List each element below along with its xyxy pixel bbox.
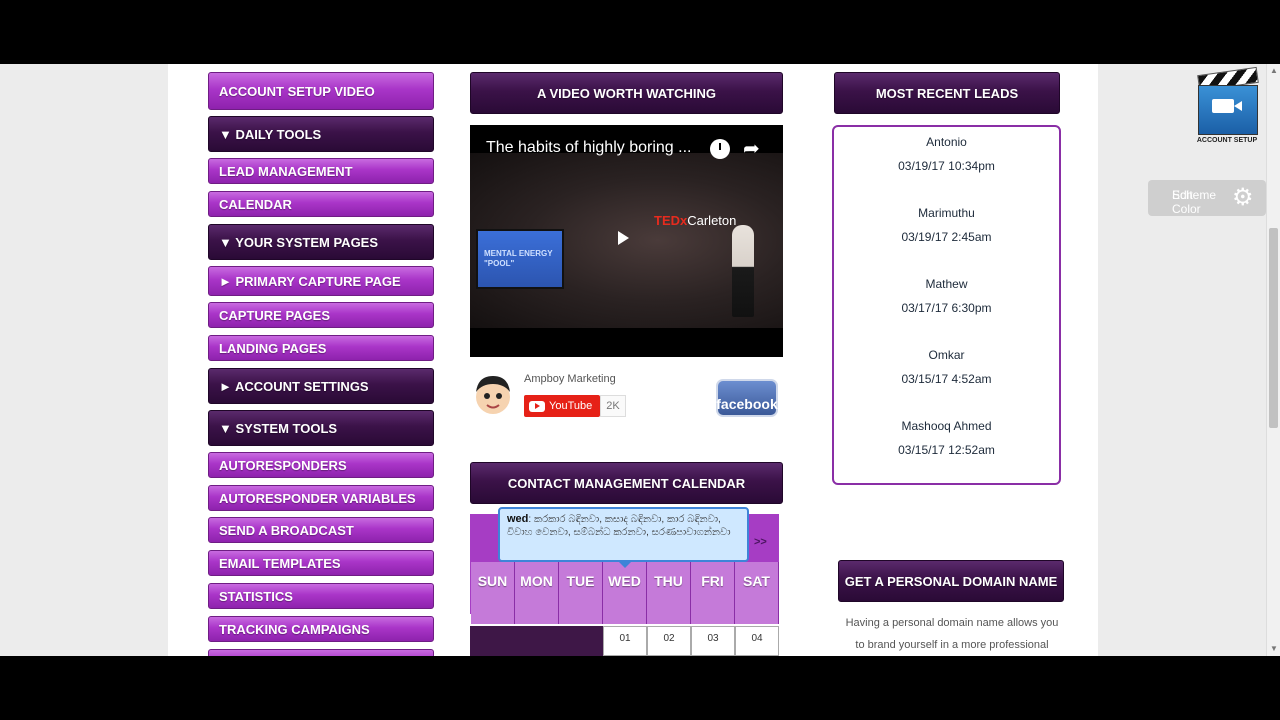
nav-send-a-broadcast[interactable]: SEND A BROADCAST	[208, 517, 434, 543]
lead-name[interactable]: Antonio	[834, 135, 1059, 149]
nav-calendar[interactable]: CALENDAR	[208, 191, 434, 217]
edit-color-scheme-button[interactable]: Edit Color Scheme ⚙	[1148, 180, 1266, 216]
nav-autoresponders[interactable]: AUTORESPONDERS	[208, 452, 434, 478]
nav-label: STATISTICS	[219, 588, 293, 604]
nav-label: ▼ YOUR SYSTEM PAGES	[219, 234, 379, 250]
tooltip-word: wed	[507, 513, 529, 525]
channel-avatar[interactable]	[470, 372, 516, 418]
nav-label: CALENDAR	[219, 196, 292, 212]
nav-label: LANDING PAGES	[219, 340, 327, 356]
video-section-header: A VIDEO WORTH WATCHING	[470, 72, 783, 114]
share-icon[interactable]: ➦	[743, 136, 760, 161]
nav-account-settings-toggle[interactable]: ► ACCOUNT SETTINGS	[208, 368, 434, 404]
lead-time: 03/15/17 4:52am	[901, 372, 992, 386]
calendar-day-header: MON	[515, 562, 559, 624]
nav-next-item[interactable]	[208, 649, 434, 656]
nav-label: EMAIL TEMPLATES	[219, 555, 341, 571]
account-setup-label: ACCOUNT SETUP	[1196, 137, 1258, 144]
leads-header: MOST RECENT LEADS	[834, 72, 1060, 114]
nav-label: AUTORESPONDER VARIABLES	[219, 490, 416, 506]
calendar-title: CONTACT MANAGEMENT CALENDAR	[507, 475, 746, 491]
nav-label: CAPTURE PAGES	[219, 307, 330, 323]
domain-description-line: Having a personal domain name allows you	[845, 617, 1059, 629]
youtube-subscribe-button[interactable]: YouTube	[524, 395, 600, 417]
lead-time: 03/19/17 2:45am	[901, 230, 992, 244]
gear-icon: ⚙	[1232, 184, 1254, 211]
calendar-date-cell[interactable]: 02	[647, 626, 691, 656]
domain-description-line: to brand yourself in a more professional	[855, 639, 1049, 651]
nav-autoresponder-variables[interactable]: AUTORESPONDER VARIABLES	[208, 485, 434, 511]
lead-name[interactable]: Mashooq Ahmed	[834, 419, 1059, 433]
browser-viewport: ACCOUNT SETUP VIDEO ▼ DAILY TOOLS LEAD M…	[0, 64, 1280, 656]
calendar-day-header: FRI	[691, 562, 735, 624]
nav-your-system-pages-toggle[interactable]: ▼ YOUR SYSTEM PAGES	[208, 224, 434, 260]
lead-time: 03/19/17 10:34pm	[898, 159, 995, 173]
nav-email-templates[interactable]: EMAIL TEMPLATES	[208, 550, 434, 576]
domain-header[interactable]: GET A PERSONAL DOMAIN NAME	[838, 560, 1064, 602]
lead-time: 03/15/17 12:52am	[898, 443, 995, 457]
youtube-video-player[interactable]: MENTAL ENERGY "POOL" TEDxCarleton The ha…	[470, 125, 783, 357]
lead-name[interactable]: Marimuthu	[834, 206, 1059, 220]
scroll-down-arrow[interactable]: ▼	[1270, 644, 1278, 653]
nav-label: ▼ DAILY TOOLS	[219, 126, 322, 142]
speaker-figure	[732, 225, 754, 317]
play-icon[interactable]	[618, 231, 629, 245]
video-title[interactable]: The habits of highly boring ...	[486, 139, 691, 157]
tedx-logo: TEDxCarleton	[654, 213, 737, 228]
nav-label: SEND A BROADCAST	[219, 522, 354, 538]
nav-label: ► ACCOUNT SETTINGS	[219, 378, 369, 394]
account-setup-widget[interactable]: ACCOUNT SETUP	[1196, 66, 1259, 147]
calendar-date-cell[interactable]: 01	[603, 626, 647, 656]
vertical-scrollbar[interactable]: ▲ ▼	[1266, 64, 1280, 656]
subscriber-count: 2K	[600, 395, 626, 417]
facebook-label: facebook	[716, 396, 778, 412]
video-section-title: A VIDEO WORTH WATCHING	[536, 85, 717, 101]
nav-lead-management[interactable]: LEAD MANAGEMENT	[208, 158, 434, 184]
scroll-up-arrow[interactable]: ▲	[1270, 66, 1278, 75]
scrollbar-thumb[interactable]	[1269, 228, 1278, 428]
calendar-empty-cells	[470, 626, 603, 656]
watch-later-icon[interactable]	[710, 139, 730, 159]
nav-landing-pages[interactable]: LANDING PAGES	[208, 335, 434, 361]
calendar-date-cell[interactable]: 03	[691, 626, 735, 656]
tooltip-text: : කරකාර බඳිනවා, කසාද බඳිනවා, කාර බඳිනවා,…	[507, 514, 731, 538]
calendar-header: CONTACT MANAGEMENT CALENDAR	[470, 462, 783, 504]
calendar-date-cell[interactable]: 04	[735, 626, 779, 656]
calendar-day-header[interactable]: WED	[603, 562, 647, 624]
nav-label: ACCOUNT SETUP VIDEO	[219, 83, 375, 99]
facebook-button[interactable]: facebook	[716, 379, 778, 417]
calendar-day-header: SAT	[735, 562, 779, 624]
translation-tooltip: wed: කරකාර බඳිනවා, කසාද බඳිනවා, කාර බඳින…	[498, 507, 749, 568]
lead-name[interactable]: Omkar	[834, 348, 1059, 362]
nav-label: AUTORESPONDERS	[219, 457, 347, 473]
nav-label: ► PRIMARY CAPTURE PAGE	[219, 273, 401, 289]
nav-label: ▼ SYSTEM TOOLS	[219, 420, 338, 436]
screen-text: MENTAL ENERGY "POOL"	[484, 249, 553, 268]
nav-statistics[interactable]: STATISTICS	[208, 583, 434, 609]
nav-tracking-campaigns[interactable]: TRACKING CAMPAIGNS	[208, 616, 434, 642]
nav-primary-capture-page[interactable]: ► PRIMARY CAPTURE PAGE	[208, 266, 434, 296]
lead-time: 03/17/17 6:30pm	[901, 301, 992, 315]
calendar-next-button[interactable]: >>	[754, 536, 767, 548]
nav-system-tools-toggle[interactable]: ▼ SYSTEM TOOLS	[208, 410, 434, 446]
video-camera-icon	[1212, 99, 1242, 113]
domain-title: GET A PERSONAL DOMAIN NAME	[844, 573, 1058, 589]
nav-label: LEAD MANAGEMENT	[219, 163, 353, 179]
calendar-day-header: THU	[647, 562, 691, 624]
nav-account-setup-video[interactable]: ACCOUNT SETUP VIDEO	[208, 72, 434, 110]
leads-title: MOST RECENT LEADS	[875, 85, 1019, 101]
nav-label: TRACKING CAMPAIGNS	[219, 621, 370, 637]
recent-leads-list: Antonio 03/19/17 10:34pm Marimuthu 03/19…	[832, 125, 1061, 485]
youtube-label: YouTube	[549, 400, 593, 412]
channel-name[interactable]: Ampboy Marketing	[524, 373, 616, 385]
lead-name[interactable]: Mathew	[834, 277, 1059, 291]
presentation-screen: MENTAL ENERGY "POOL"	[476, 229, 564, 289]
nav-capture-pages[interactable]: CAPTURE PAGES	[208, 302, 434, 328]
calendar-day-header: SUN	[471, 562, 515, 624]
nav-daily-tools-toggle[interactable]: ▼ DAILY TOOLS	[208, 116, 434, 152]
youtube-icon	[529, 400, 545, 412]
calendar-day-header: TUE	[559, 562, 603, 624]
